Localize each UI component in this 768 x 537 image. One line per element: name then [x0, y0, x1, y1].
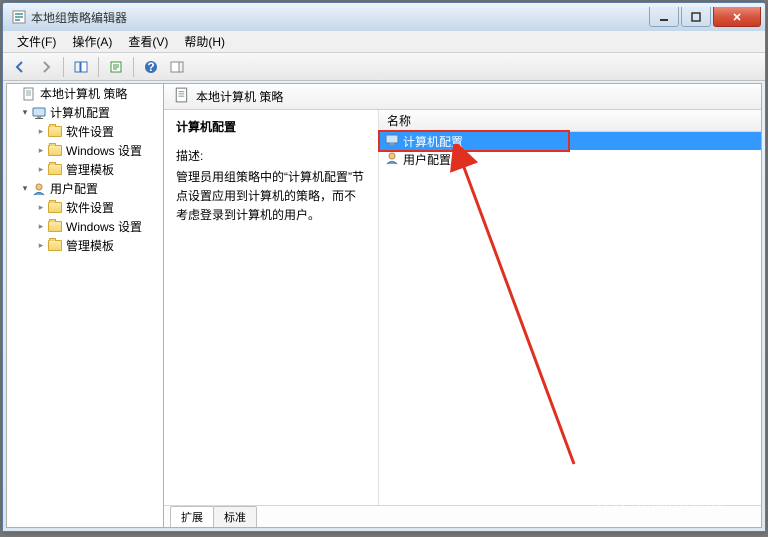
folder-icon [47, 125, 63, 139]
back-button[interactable] [9, 56, 31, 78]
menu-action[interactable]: 操作(A) [64, 31, 120, 52]
user-icon [31, 182, 47, 196]
tree-label: 本地计算机 策略 [40, 85, 127, 102]
toolbar-separator [98, 57, 99, 77]
tabs-bar: 扩展 标准 [164, 505, 761, 527]
list-item-computer-config[interactable]: 计算机配置 [379, 132, 761, 150]
titlebar[interactable]: 本地组策略编辑器 [3, 3, 765, 31]
tree-label: 管理模板 [66, 161, 114, 178]
tree-root[interactable]: 本地计算机 策略 [7, 84, 163, 103]
menubar: 文件(F) 操作(A) 查看(V) 帮助(H) [3, 31, 765, 53]
tree-label: Windows 设置 [66, 142, 142, 159]
tree-label: 软件设置 [66, 199, 114, 216]
tree-windows-settings-2[interactable]: Windows 设置 [7, 217, 163, 236]
tree-arrow-icon[interactable] [35, 145, 47, 156]
help-button[interactable]: ? [140, 56, 162, 78]
show-hide-tree-button[interactable] [70, 56, 92, 78]
list-item-label: 计算机配置 [403, 133, 463, 150]
tree-windows-settings[interactable]: Windows 设置 [7, 141, 163, 160]
details-panel: 计算机配置 描述: 管理员用组策略中的“计算机配置”节点设置应用到计算机的策略，… [164, 110, 378, 505]
menu-view[interactable]: 查看(V) [120, 31, 176, 52]
app-window: 本地组策略编辑器 文件(F) 操作(A) 查看(V) 帮助(H) ? 本 [2, 2, 766, 532]
tree-pane[interactable]: 本地计算机 策略 计算机配置 软件设置 Windows 设置 管理模板 [6, 83, 164, 528]
svg-text:?: ? [147, 60, 154, 74]
tree-label: Windows 设置 [66, 218, 142, 235]
tree-arrow-icon[interactable] [35, 126, 47, 137]
tree-label: 软件设置 [66, 123, 114, 140]
tree-arrow-icon[interactable] [35, 202, 47, 213]
folder-icon [47, 220, 63, 234]
tree-admin-templates-2[interactable]: 管理模板 [7, 236, 163, 255]
description-label: 描述: [176, 147, 366, 164]
menu-help[interactable]: 帮助(H) [176, 31, 233, 52]
document-icon [174, 87, 190, 106]
content-area: 本地计算机 策略 计算机配置 软件设置 Windows 设置 管理模板 [6, 83, 762, 528]
tree-arrow-icon[interactable] [35, 164, 47, 175]
tree-software-settings[interactable]: 软件设置 [7, 122, 163, 141]
computer-icon [385, 134, 399, 149]
window-title: 本地组策略编辑器 [31, 9, 647, 26]
window-controls [647, 7, 761, 27]
list-item-label: 用户配置 [403, 151, 451, 168]
tree-arrow-icon[interactable] [35, 221, 47, 232]
tree-arrow-icon[interactable] [19, 183, 31, 194]
selected-item-title: 计算机配置 [176, 118, 366, 135]
computer-icon [31, 106, 47, 120]
tree-arrow-icon[interactable] [35, 240, 47, 251]
tab-extended[interactable]: 扩展 [170, 506, 214, 527]
maximize-button[interactable] [681, 7, 711, 27]
description-text: 管理员用组策略中的“计算机配置”节点设置应用到计算机的策略，而不考虑登录到计算机… [176, 168, 366, 226]
folder-icon [47, 144, 63, 158]
content-title: 本地计算机 策略 [196, 88, 283, 105]
minimize-button[interactable] [649, 7, 679, 27]
folder-icon [47, 163, 63, 177]
document-icon [21, 87, 37, 101]
toolbar: ? [3, 53, 765, 81]
list-panel: 名称 计算机配置 用户配置 [378, 110, 761, 505]
tree-software-settings-2[interactable]: 软件设置 [7, 198, 163, 217]
user-icon [385, 151, 399, 168]
tab-standard[interactable]: 标准 [213, 506, 257, 527]
content-header: 本地计算机 策略 [164, 84, 761, 110]
forward-button[interactable] [35, 56, 57, 78]
toolbar-separator [63, 57, 64, 77]
show-hide-action-pane-button[interactable] [166, 56, 188, 78]
column-header-name[interactable]: 名称 [379, 110, 761, 132]
right-pane: 本地计算机 策略 计算机配置 描述: 管理员用组策略中的“计算机配置”节点设置应… [164, 83, 762, 528]
tree-label: 计算机配置 [50, 104, 110, 121]
properties-button[interactable] [105, 56, 127, 78]
details-area: 计算机配置 描述: 管理员用组策略中的“计算机配置”节点设置应用到计算机的策略，… [164, 110, 761, 505]
menu-file[interactable]: 文件(F) [9, 31, 64, 52]
folder-icon [47, 201, 63, 215]
tree-admin-templates[interactable]: 管理模板 [7, 160, 163, 179]
close-button[interactable] [713, 7, 761, 27]
tree-arrow-icon[interactable] [19, 107, 31, 118]
list-item-user-config[interactable]: 用户配置 [379, 150, 761, 168]
toolbar-separator [133, 57, 134, 77]
tree-label: 管理模板 [66, 237, 114, 254]
folder-icon [47, 239, 63, 253]
tree-label: 用户配置 [50, 180, 98, 197]
tree-computer-config[interactable]: 计算机配置 [7, 103, 163, 122]
app-icon [11, 9, 27, 25]
tree-user-config[interactable]: 用户配置 [7, 179, 163, 198]
